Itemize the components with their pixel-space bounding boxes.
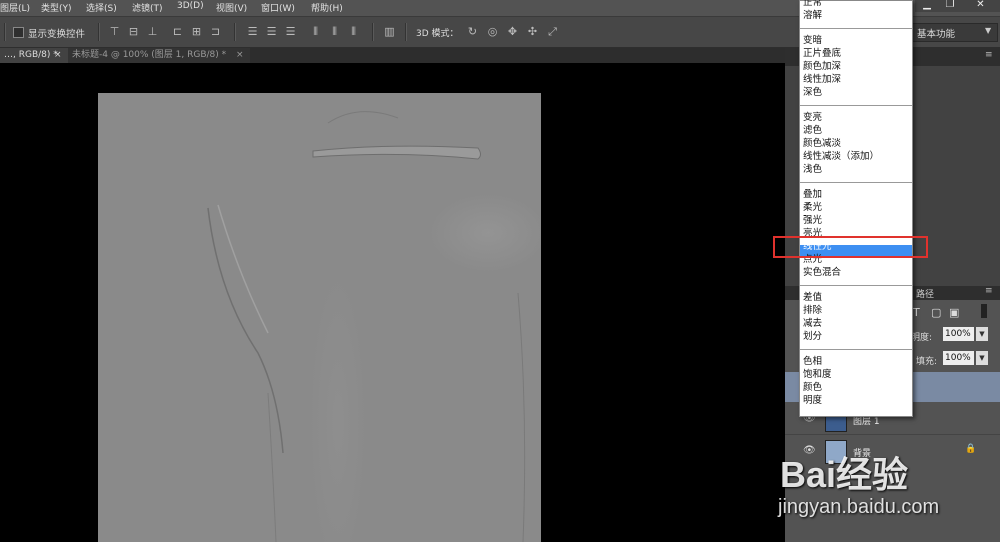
blend-mode-option[interactable]: 柔光 bbox=[803, 201, 822, 214]
menu-3d[interactable]: 3D(D) bbox=[177, 1, 204, 11]
3d-scale-icon[interactable]: ⤢ bbox=[546, 25, 559, 38]
3d-slide-icon[interactable]: ✣ bbox=[526, 25, 539, 38]
align-right-icon[interactable]: ⊐ bbox=[209, 25, 222, 38]
menu-window[interactable]: 窗口(W) bbox=[261, 1, 295, 14]
blend-separator bbox=[800, 182, 912, 183]
fill-label: 填充: bbox=[916, 357, 938, 367]
separator bbox=[234, 23, 236, 41]
document-tab-bar: …, RGB/8) * × 未标题-4 @ 100% (图层 1, RGB/8)… bbox=[0, 48, 785, 63]
menu-view[interactable]: 视图(V) bbox=[216, 1, 247, 14]
chevron-down-icon[interactable]: ▼ bbox=[976, 327, 988, 341]
blend-mode-option[interactable]: 线性加深 bbox=[803, 73, 841, 86]
filter-toggle[interactable] bbox=[981, 304, 987, 318]
tab-document-1[interactable]: …, RGB/8) * × bbox=[0, 48, 68, 63]
document-canvas[interactable] bbox=[98, 93, 541, 542]
distribute-left-icon[interactable]: ⫴ bbox=[309, 25, 322, 38]
align-hcenter-icon[interactable]: ⊞ bbox=[190, 25, 203, 38]
blend-mode-option[interactable]: 线性减淡（添加） bbox=[803, 150, 879, 163]
3d-pan-icon[interactable]: ✥ bbox=[506, 25, 519, 38]
3d-roll-icon[interactable]: ◎ bbox=[486, 25, 499, 38]
blend-mode-option[interactable]: 颜色加深 bbox=[803, 60, 841, 73]
close-tab-icon[interactable]: × bbox=[54, 48, 62, 63]
panel-menu-icon[interactable]: ≡ bbox=[985, 286, 993, 296]
blend-mode-option[interactable]: 叠加 bbox=[803, 188, 822, 201]
blend-mode-option[interactable]: 差值 bbox=[803, 291, 822, 304]
watermark-brand: Bai经验 bbox=[780, 454, 909, 495]
chevron-down-icon[interactable]: ▼ bbox=[976, 351, 988, 365]
separator bbox=[405, 23, 407, 41]
blend-mode-option[interactable]: 颜色减淡 bbox=[803, 137, 841, 150]
smart-filter-icon[interactable]: ▣ bbox=[949, 306, 959, 319]
3d-rotate-icon[interactable]: ↻ bbox=[466, 25, 479, 38]
blend-mode-option[interactable]: 强光 bbox=[803, 214, 822, 227]
blend-mode-option[interactable]: 滤色 bbox=[803, 124, 822, 137]
separator bbox=[4, 23, 6, 41]
workspace-value: 基本功能 bbox=[917, 29, 956, 40]
workspace-select[interactable]: 基本功能 ▼ bbox=[912, 23, 998, 42]
menu-select[interactable]: 选择(S) bbox=[86, 1, 117, 14]
menu-help[interactable]: 帮助(H) bbox=[311, 1, 343, 14]
menu-filter[interactable]: 滤镜(T) bbox=[132, 1, 163, 14]
distribute-top-icon[interactable]: ☰ bbox=[246, 25, 259, 38]
align-left-icon[interactable]: ⊏ bbox=[171, 25, 184, 38]
tab-paths[interactable]: 路径 bbox=[916, 287, 934, 300]
blend-mode-option[interactable]: 颜色 bbox=[803, 381, 822, 394]
distribute-right-icon[interactable]: ⫴ bbox=[347, 25, 360, 38]
close-tab-icon[interactable]: × bbox=[236, 48, 244, 63]
close-window-icon[interactable]: ✕ bbox=[961, 0, 1000, 12]
blend-mode-option[interactable]: 色相 bbox=[803, 355, 822, 368]
align-bottom-icon[interactable]: ⊥ bbox=[146, 25, 159, 38]
blend-mode-option[interactable]: 减去 bbox=[803, 317, 822, 330]
blend-mode-option[interactable]: 溶解 bbox=[803, 9, 822, 22]
highlight-annotation-box bbox=[773, 236, 928, 258]
blend-mode-dropdown: 正常 溶解变暗 正片叠底 颜色加深 线性加深 深色变亮 滤色 颜色减淡 线性减淡（添加） 浅色叠加… bbox=[799, 0, 913, 417]
auto-align-icon[interactable]: ▥ bbox=[383, 25, 396, 38]
shape-filter-icon[interactable]: ▢ bbox=[931, 306, 941, 319]
tab-document-2[interactable]: 未标题-4 @ 100% (图层 1, RGB/8) * × bbox=[68, 48, 250, 63]
blend-mode-option[interactable]: 饱和度 bbox=[803, 368, 832, 381]
tab-label: …, RGB/8) * bbox=[4, 50, 58, 60]
3d-mode-label: 3D 模式： bbox=[416, 29, 459, 39]
watermark-url: jingyan.baidu.com bbox=[778, 496, 940, 518]
minimize-icon[interactable]: ▁ bbox=[915, 0, 939, 12]
separator bbox=[98, 23, 100, 41]
align-top-icon[interactable]: ⊤ bbox=[108, 25, 121, 38]
blend-mode-option[interactable]: 正常 bbox=[803, 0, 822, 9]
blend-separator bbox=[800, 28, 912, 29]
chevron-down-icon: ▼ bbox=[985, 26, 992, 35]
blend-mode-option[interactable]: 明度 bbox=[803, 394, 822, 407]
menu-layer[interactable]: 图层(L) bbox=[0, 1, 30, 14]
panel-menu-icon[interactable]: ≡ bbox=[985, 50, 993, 60]
blend-mode-option[interactable]: 实色混合 bbox=[803, 266, 841, 279]
opacity-input[interactable]: 100% bbox=[943, 327, 974, 341]
separator bbox=[372, 23, 374, 41]
distribute-bottom-icon[interactable]: ☰ bbox=[284, 25, 297, 38]
blend-separator bbox=[800, 285, 912, 286]
blend-mode-option[interactable]: 正片叠底 bbox=[803, 47, 841, 60]
blend-mode-option[interactable]: 变亮 bbox=[803, 111, 822, 124]
distribute-hcenter-icon[interactable]: ⫴ bbox=[328, 25, 341, 38]
blend-mode-option[interactable]: 划分 bbox=[803, 330, 822, 343]
baidu-watermark: Bai经验 jingyan.baidu.com bbox=[768, 446, 1000, 542]
show-transform-checkbox[interactable] bbox=[13, 27, 24, 38]
blend-mode-option[interactable]: 浅色 bbox=[803, 163, 822, 176]
restore-icon[interactable]: ❐ bbox=[939, 0, 961, 12]
blend-separator bbox=[800, 349, 912, 350]
tab-label: 未标题-4 @ 100% (图层 1, RGB/8) * bbox=[72, 50, 227, 60]
blend-mode-option[interactable]: 排除 bbox=[803, 304, 822, 317]
distribute-vcenter-icon[interactable]: ☰ bbox=[265, 25, 278, 38]
menu-type[interactable]: 类型(Y) bbox=[41, 1, 72, 14]
fill-input[interactable]: 100% bbox=[943, 351, 974, 365]
show-transform-label: 显示变换控件 bbox=[28, 29, 86, 40]
blend-separator bbox=[800, 105, 912, 106]
text-filter-icon[interactable]: T bbox=[913, 306, 920, 319]
blend-mode-option[interactable]: 变暗 bbox=[803, 34, 822, 47]
embossed-image bbox=[207, 111, 526, 542]
blend-mode-option[interactable]: 深色 bbox=[803, 86, 822, 99]
align-vcenter-icon[interactable]: ⊟ bbox=[127, 25, 140, 38]
